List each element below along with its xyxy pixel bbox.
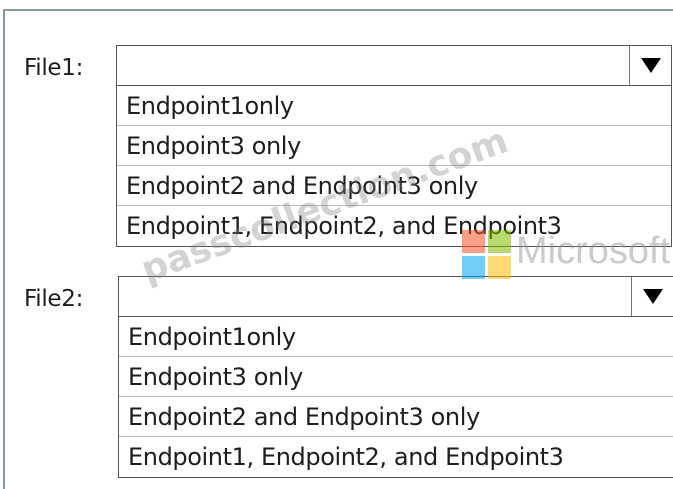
file2-option-endpoint2-and-3[interactable]: Endpoint2 and Endpoint3 only <box>119 397 673 437</box>
file2-dropdown[interactable] <box>118 276 673 317</box>
file2-option-all-endpoints[interactable]: Endpoint1, Endpoint2, and Endpoint3 <box>119 437 673 477</box>
chevron-down-icon <box>640 58 661 73</box>
chevron-down-icon <box>642 289 663 304</box>
file2-option-endpoint1-only[interactable]: Endpoint1only <box>119 317 673 357</box>
file1-label: File1: <box>24 55 84 81</box>
file1-option-endpoint1-only[interactable]: Endpoint1only <box>117 86 671 126</box>
file2-label: File2: <box>24 286 84 312</box>
file2-option-endpoint3-only[interactable]: Endpoint3 only <box>119 357 673 397</box>
file1-dropdown[interactable] <box>116 45 672 86</box>
file2-dropdown-button[interactable] <box>631 277 673 316</box>
file2-options-list: Endpoint1only Endpoint3 only Endpoint2 a… <box>118 317 673 478</box>
microsoft-watermark-text: Microsoft <box>516 230 671 272</box>
microsoft-logo-icon <box>462 230 512 280</box>
file1-dropdown-button[interactable] <box>629 46 671 85</box>
